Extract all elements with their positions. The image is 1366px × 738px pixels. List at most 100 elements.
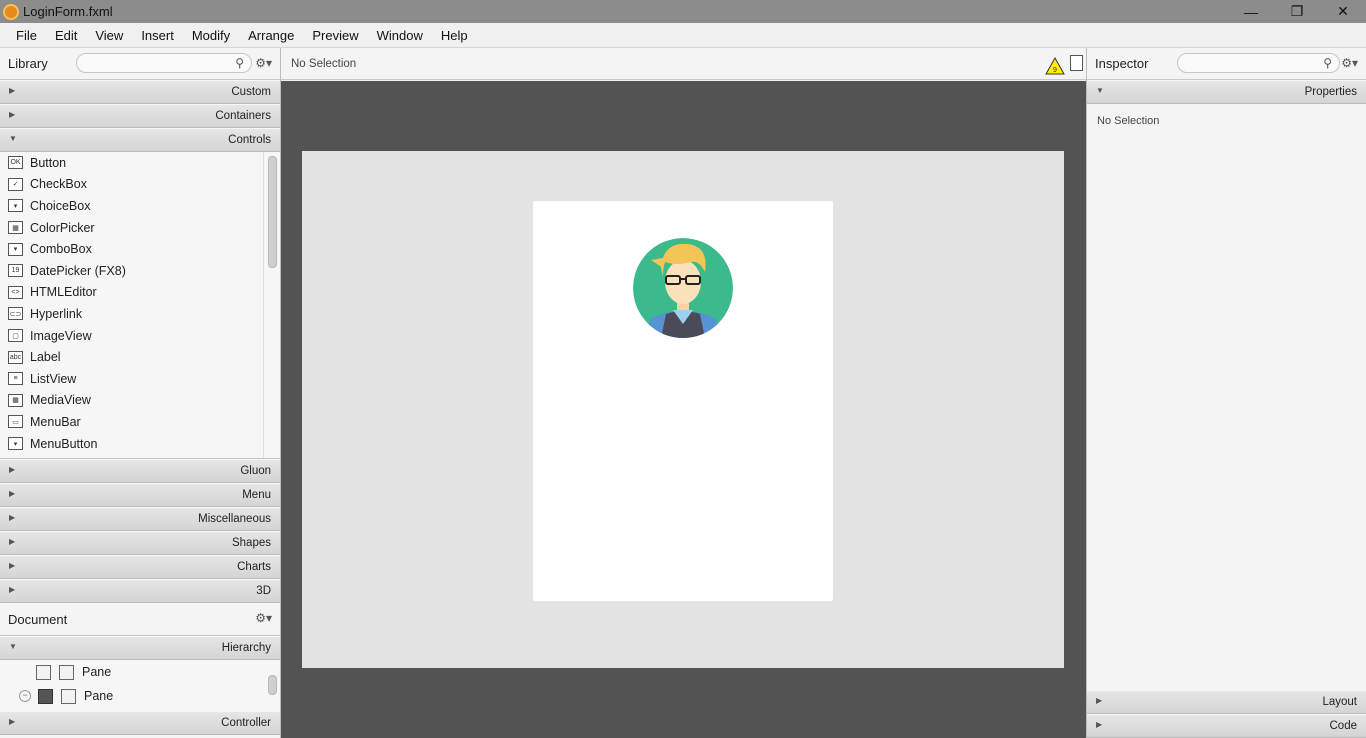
close-button[interactable]: ✕ — [1320, 0, 1366, 23]
list-item-datepicker[interactable]: 19 DatePicker (FX8) — [0, 260, 280, 282]
list-item-menubar[interactable]: ▭ MenuBar — [0, 411, 280, 433]
document-icon[interactable] — [1070, 55, 1083, 71]
list-item-hyperlink[interactable]: ⊂⊃ Hyperlink — [0, 303, 280, 325]
section-layout[interactable]: ▶ Layout — [1087, 690, 1366, 714]
restore-button[interactable]: ❐ — [1274, 0, 1320, 23]
list-item-label-control[interactable]: abc Label — [0, 346, 280, 368]
list-item-label: DatePicker (FX8) — [30, 263, 126, 278]
menu-file[interactable]: File — [7, 23, 46, 48]
list-item-colorpicker[interactable]: ▦ ColorPicker — [0, 217, 280, 239]
list-item-htmleditor[interactable]: <> HTMLEditor — [0, 282, 280, 304]
list-item-button[interactable]: OK Button — [0, 152, 280, 174]
section-label: Custom — [231, 86, 271, 98]
section-menu[interactable]: ▶ Menu — [0, 483, 280, 507]
section-charts[interactable]: ▶ Charts — [0, 555, 280, 579]
section-custom[interactable]: ▶ Custom — [0, 80, 280, 104]
document-settings-gear-icon[interactable]: ⚙▾ — [255, 611, 272, 625]
expand-arrow-icon: ▶ — [9, 561, 16, 570]
section-label: Menu — [242, 489, 271, 501]
list-item-label: Button — [30, 155, 67, 170]
menu-view[interactable]: View — [86, 23, 132, 48]
search-icon[interactable]: ⚲ — [1323, 56, 1332, 70]
section-miscellaneous[interactable]: ▶ Miscellaneous — [0, 507, 280, 531]
choicebox-control-icon: ▾ — [8, 199, 23, 213]
list-item-choicebox[interactable]: ▾ ChoiceBox — [0, 195, 280, 217]
list-item-label: MenuBar — [30, 414, 81, 429]
label-control-icon: abc — [8, 350, 23, 364]
expand-arrow-icon: ▶ — [9, 110, 16, 119]
inspector-no-selection: No Selection — [1097, 115, 1160, 127]
menu-window[interactable]: Window — [368, 23, 432, 48]
section-controller[interactable]: ▶ Controller — [0, 711, 280, 735]
menu-bar: File Edit View Insert Modify Arrange Pre… — [0, 23, 1366, 48]
checkbox-control-icon: ✓ — [8, 177, 23, 191]
menubutton-control-icon: ▾ — [8, 437, 23, 451]
section-label: Controls — [228, 134, 271, 146]
section-label: 3D — [256, 585, 271, 597]
library-search-input[interactable]: ⚲ — [76, 53, 252, 73]
menu-edit[interactable]: Edit — [46, 23, 86, 48]
section-label: Hierarchy — [221, 642, 271, 654]
user-avatar[interactable] — [633, 238, 733, 338]
list-item-listview[interactable]: ≡ ListView — [0, 368, 280, 390]
document-title: Document — [8, 611, 68, 627]
section-gluon[interactable]: ▶ Gluon — [0, 459, 280, 483]
minimize-button[interactable]: — — [1228, 0, 1274, 23]
section-label: Charts — [237, 561, 271, 573]
list-item-label: ListView — [30, 371, 77, 386]
search-icon[interactable]: ⚲ — [235, 56, 244, 70]
section-hierarchy[interactable]: ▼ Hierarchy — [0, 636, 280, 660]
menu-insert[interactable]: Insert — [132, 23, 183, 48]
pane-type-icon — [59, 664, 74, 680]
section-code[interactable]: ▶ Code — [1087, 714, 1366, 738]
list-item-menubutton[interactable]: ▾ MenuButton — [0, 433, 280, 455]
login-card-pane[interactable] — [533, 201, 833, 601]
section-label: Miscellaneous — [198, 513, 271, 525]
inspector-header: Inspector ⚲ ⚙▾ — [1087, 48, 1366, 80]
expand-arrow-icon: ▶ — [9, 465, 16, 474]
inspector-title: Inspector — [1095, 56, 1149, 71]
warning-icon[interactable]: 9 — [1045, 57, 1065, 75]
library-settings-gear-icon[interactable]: ⚙▾ — [255, 56, 272, 70]
section-label: Properties — [1304, 86, 1357, 98]
tree-row-label: Pane — [84, 689, 114, 703]
section-properties[interactable]: ▼ Properties — [1087, 80, 1366, 104]
list-item-checkbox[interactable]: ✓ CheckBox — [0, 174, 280, 196]
controls-list: OK Button ✓ CheckBox ▾ ChoiceBox ▦ ColorPick… — [0, 152, 280, 459]
inspector-search-input[interactable]: ⚲ — [1177, 53, 1340, 73]
menu-arrange[interactable]: Arrange — [239, 23, 303, 48]
expand-arrow-icon: ▶ — [9, 489, 16, 498]
list-item-label: Hyperlink — [30, 306, 83, 321]
menu-modify[interactable]: Modify — [183, 23, 239, 48]
menu-help[interactable]: Help — [432, 23, 477, 48]
expand-arrow-icon: ▶ — [1096, 720, 1103, 729]
htmleditor-control-icon: <> — [8, 285, 23, 299]
combobox-control-icon: ▾ — [8, 242, 23, 256]
section-label: Containers — [215, 110, 271, 122]
section-shapes[interactable]: ▶ Shapes — [0, 531, 280, 555]
collapse-arrow-icon: ▼ — [1096, 86, 1104, 95]
list-item-label: ColorPicker — [30, 220, 95, 235]
section-3d[interactable]: ▶ 3D — [0, 579, 280, 603]
list-item-mediaview[interactable]: ▦ MediaView — [0, 390, 280, 412]
library-title: Library — [8, 56, 48, 71]
tree-row[interactable]: Pane — [0, 660, 280, 684]
window-title: LoginForm.fxml — [23, 4, 113, 19]
hierarchy-scrollbar[interactable] — [268, 675, 277, 695]
tree-row[interactable]: − Pane — [0, 684, 280, 708]
section-controls[interactable]: ▼ Controls — [0, 128, 280, 152]
list-item-combobox[interactable]: ▾ ComboBox — [0, 238, 280, 260]
warning-count: 9 — [1053, 67, 1057, 74]
expand-arrow-icon: ▶ — [9, 513, 16, 522]
collapse-node-icon[interactable]: − — [19, 690, 31, 702]
scene-builder-app-icon — [3, 3, 19, 20]
list-item-imageview[interactable]: ▢ ImageView — [0, 325, 280, 347]
hyperlink-control-icon: ⊂⊃ — [8, 307, 23, 321]
section-label: Code — [1329, 720, 1358, 732]
controls-scrollbar[interactable] — [268, 156, 277, 268]
mediaview-control-icon: ▦ — [8, 393, 23, 407]
inspector-settings-gear-icon[interactable]: ⚙▾ — [1341, 56, 1358, 70]
section-containers[interactable]: ▶ Containers — [0, 104, 280, 128]
expand-arrow-icon: ▶ — [9, 86, 16, 95]
menu-preview[interactable]: Preview — [303, 23, 367, 48]
